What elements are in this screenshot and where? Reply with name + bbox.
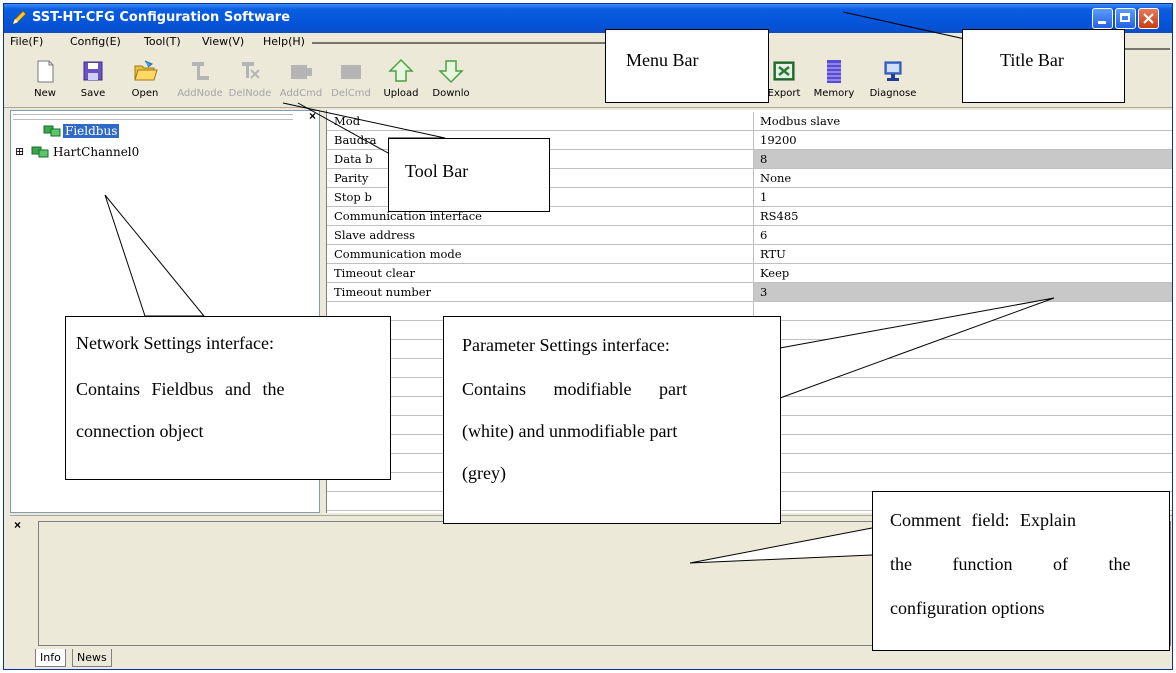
- callout-text: Network Settings interface:: [76, 333, 274, 353]
- callout-text: (grey): [462, 463, 506, 483]
- callout-text: Menu Bar: [626, 50, 699, 70]
- callout-text: Contains modifiable part: [462, 379, 687, 399]
- callout-text: Title Bar: [1000, 50, 1064, 70]
- callout-network-settings: Network Settings interface: Contains Fie…: [65, 316, 391, 480]
- callout-parameter-settings: Parameter Settings interface: Contains m…: [443, 316, 781, 524]
- tool-bar-pointer-2: [297, 102, 389, 154]
- callout-menu-bar: Menu Bar: [605, 29, 769, 103]
- parameter-pointer: [779, 297, 1055, 399]
- callout-text: the function of the: [890, 554, 1131, 574]
- callout-text: Tool Bar: [405, 161, 469, 181]
- callout-text: Parameter Settings interface:: [462, 335, 670, 355]
- network-pointer: [104, 194, 206, 317]
- callout-tool-bar: Tool Bar: [388, 138, 550, 212]
- callout-text: Comment field: Explain: [890, 510, 1076, 530]
- callout-title-bar: Title Bar: [962, 29, 1125, 103]
- callout-comment-field: Comment field: Explain the function of t…: [872, 491, 1170, 651]
- callout-text: (white) and unmodifiable part: [462, 421, 678, 441]
- menu-bar-pointer: [312, 32, 611, 44]
- callout-text: Contains Fieldbus and the: [76, 379, 285, 399]
- callout-text: configuration options: [890, 598, 1045, 618]
- comment-pointer: [689, 527, 873, 564]
- callout-text: connection object: [76, 421, 204, 441]
